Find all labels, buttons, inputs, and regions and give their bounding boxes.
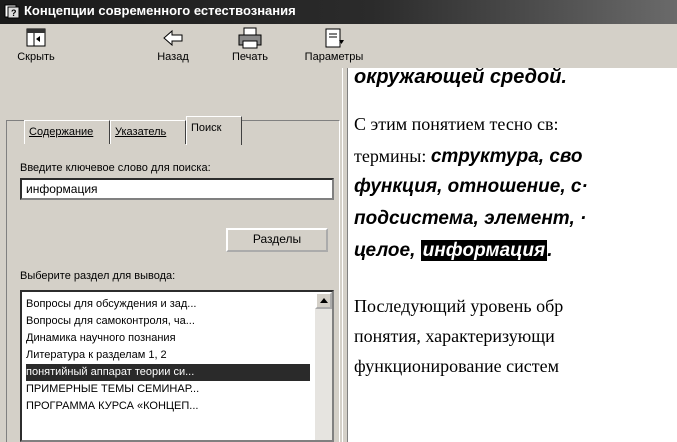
back-label: Назад <box>157 51 189 63</box>
search-input[interactable] <box>20 178 334 200</box>
tab-search-label: Поиск <box>191 122 222 134</box>
topics-button-label: Разделы <box>252 232 302 246</box>
content-line: функция, отношение, с· <box>354 176 588 197</box>
list-item[interactable]: Вопросы для обсуждения и зад... <box>26 296 310 313</box>
options-button[interactable]: Параметры <box>300 24 368 68</box>
tab-contents[interactable]: Содержание <box>24 120 110 144</box>
content-line: окружающей средой. <box>354 68 567 88</box>
list-item[interactable]: ПРОГРАММА КУРСА «КОНЦЕП... <box>26 398 310 415</box>
content-line: Последующий уровень обр <box>354 296 564 316</box>
results-scrollbar[interactable] <box>315 292 332 440</box>
content-line: С этим понятием тесно св: <box>354 114 559 134</box>
results-list: Вопросы для обсуждения и зад... Вопросы … <box>20 290 334 442</box>
content-text: целое, <box>354 240 421 261</box>
back-arrow-icon <box>163 29 183 47</box>
content-line: понятия, характеризующи <box>354 326 555 346</box>
tab-index[interactable]: Указатель <box>110 120 186 144</box>
list-item-selected[interactable]: понятийный аппарат теории си... <box>26 364 310 381</box>
options-label: Параметры <box>304 51 364 63</box>
help-app-icon: ? <box>4 4 20 19</box>
list-item[interactable]: Литература к разделам 1, 2 <box>26 347 310 364</box>
list-item[interactable]: ПРИМЕРНЫЕ ТЕМЫ СЕМИНАР... <box>26 381 310 398</box>
topic-content: окружающей средой. С этим понятием тесно… <box>348 68 677 442</box>
list-item[interactable]: Вопросы для самоконтроля, ча... <box>26 313 310 330</box>
printer-icon <box>238 27 262 49</box>
select-topic-label: Выберите раздел для вывода: <box>20 270 176 282</box>
search-prompt: Введите ключевое слово для поиска: <box>20 162 211 174</box>
list-item[interactable]: Динамика научного познания <box>26 330 310 347</box>
hide-pane-icon <box>26 28 46 47</box>
toolbar: Скрыть Назад Печать Параметры <box>0 24 677 68</box>
tab-contents-label: Содержание <box>29 126 94 138</box>
back-button[interactable]: Назад <box>146 24 200 68</box>
topics-button[interactable]: Разделы <box>226 228 328 252</box>
hide-label: Скрыть <box>17 51 55 63</box>
content-line: функционирование систем <box>354 356 559 376</box>
print-label: Печать <box>231 51 269 63</box>
scroll-up-button[interactable] <box>315 292 332 309</box>
search-highlight: информация <box>420 240 548 261</box>
content-line: целое, информация. <box>354 240 552 262</box>
window-title: Концепции современного естествознания <box>24 3 296 18</box>
content-text: . <box>547 240 553 261</box>
print-button[interactable]: Печать <box>220 24 280 68</box>
tab-index-label: Указатель <box>115 126 167 138</box>
content-line: термины: структура, сво <box>354 146 583 168</box>
title-bar: ? Концепции современного естествознания <box>0 0 677 24</box>
hide-button[interactable]: Скрыть <box>8 24 64 68</box>
tab-search[interactable]: Поиск <box>186 116 242 145</box>
content-line: подсистема, элемент, · <box>354 208 587 229</box>
svg-text:?: ? <box>11 8 17 18</box>
content-text: термины: <box>354 146 431 166</box>
help-window: ? Концепции современного естествознания … <box>0 0 677 442</box>
options-icon <box>325 28 344 48</box>
content-term: структура, сво <box>430 146 583 167</box>
